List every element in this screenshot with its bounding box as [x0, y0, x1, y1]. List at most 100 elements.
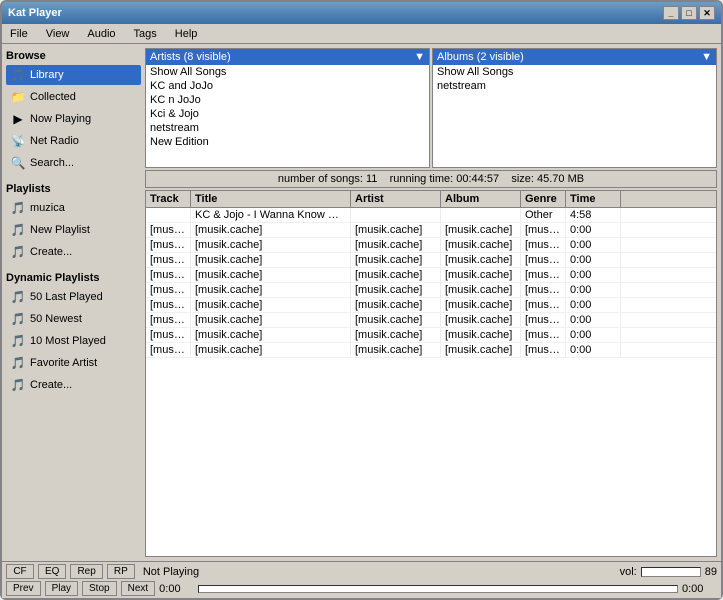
table-cell: [musik.cache] — [351, 313, 441, 327]
menu-view[interactable]: View — [42, 27, 74, 41]
artists-dropdown-icon[interactable]: ▼ — [414, 51, 425, 63]
table-row[interactable]: [musik...[musik.cache][musik.cache][musi… — [146, 283, 716, 298]
artists-show-all[interactable]: Show All Songs — [146, 65, 429, 79]
table-row[interactable]: [musik...[musik.cache][musik.cache][musi… — [146, 238, 716, 253]
prev-button[interactable]: Prev — [6, 581, 41, 596]
col-genre[interactable]: Genre — [521, 191, 566, 207]
library-icon: 🎵 — [10, 67, 26, 83]
sidebar-item-net-radio[interactable]: 📡 Net Radio — [6, 131, 141, 151]
col-title[interactable]: Title — [191, 191, 351, 207]
time-total: 0:00 — [682, 583, 717, 595]
table-cell: [musik.cache] — [441, 223, 521, 237]
info-bar: number of songs: 11 running time: 00:44:… — [145, 170, 717, 188]
table-row[interactable]: [musik...[musik.cache][musik.cache][musi… — [146, 343, 716, 358]
search-icon: 🔍 — [10, 155, 26, 171]
eq-button[interactable]: EQ — [38, 564, 66, 579]
rp-button[interactable]: RP — [107, 564, 135, 579]
cf-button[interactable]: CF — [6, 564, 34, 579]
net-radio-icon: 📡 — [10, 133, 26, 149]
menu-audio[interactable]: Audio — [83, 27, 119, 41]
table-row[interactable]: [musik...[musik.cache][musik.cache][musi… — [146, 298, 716, 313]
col-track[interactable]: Track — [146, 191, 191, 207]
volume-slider[interactable] — [641, 567, 701, 577]
list-item[interactable]: KC n JoJo — [146, 93, 429, 107]
close-button[interactable]: ✕ — [699, 6, 715, 20]
albums-list[interactable]: Show All Songs netstream — [433, 65, 716, 167]
vol-label: vol: — [620, 566, 637, 578]
table-cell: [musik.cache] — [351, 283, 441, 297]
rep-button[interactable]: Rep — [70, 564, 102, 579]
table-cell: [musik.cache] — [521, 253, 566, 267]
table-cell: [musik... — [146, 328, 191, 342]
sidebar-item-fav-artist[interactable]: 🎵 Favorite Artist — [6, 353, 141, 373]
table-cell: [musik.cache] — [521, 223, 566, 237]
albums-dropdown-icon[interactable]: ▼ — [701, 51, 712, 63]
menu-help[interactable]: Help — [171, 27, 202, 41]
sidebar-item-collected-label: Collected — [30, 91, 76, 103]
sidebar-item-library[interactable]: 🎵 Library — [6, 65, 141, 85]
songs-label: number of songs: — [278, 173, 363, 185]
progress-bar[interactable] — [198, 585, 678, 593]
albums-show-all[interactable]: Show All Songs — [433, 65, 716, 79]
menu-tags[interactable]: Tags — [130, 27, 161, 41]
table-cell: [musik.cache] — [441, 253, 521, 267]
table-cell: [musik.cache] — [191, 313, 351, 327]
collected-icon: 📁 — [10, 89, 26, 105]
sidebar-item-create-playlist[interactable]: 🎵 Create... — [6, 242, 141, 262]
sidebar-item-muzica[interactable]: 🎵 muzica — [6, 198, 141, 218]
menu-file[interactable]: File — [6, 27, 32, 41]
list-item[interactable]: New Edition — [146, 135, 429, 149]
sidebar-item-muzica-label: muzica — [30, 202, 65, 214]
50-newest-icon: 🎵 — [10, 311, 26, 327]
dynamic-playlists-label: Dynamic Playlists — [6, 270, 141, 285]
table-cell: [musik.cache] — [521, 238, 566, 252]
list-item[interactable]: KC and JoJo — [146, 79, 429, 93]
table-cell: [musik.cache] — [521, 343, 566, 357]
table-cell: [musik.cache] — [191, 283, 351, 297]
table-row[interactable]: [musik...[musik.cache][musik.cache][musi… — [146, 268, 716, 283]
sidebar-item-50-last[interactable]: 🎵 50 Last Played — [6, 287, 141, 307]
play-button[interactable]: Play — [45, 581, 78, 596]
albums-panel: Albums (2 visible) ▼ Show All Songs nets… — [432, 48, 717, 168]
vol-value: 89 — [705, 566, 717, 578]
window-controls: _ □ ✕ — [663, 6, 715, 20]
col-artist[interactable]: Artist — [351, 191, 441, 207]
col-album[interactable]: Album — [441, 191, 521, 207]
right-panel: Artists (8 visible) ▼ Show All Songs KC … — [145, 48, 717, 557]
sidebar-item-create-dyn[interactable]: 🎵 Create... — [6, 375, 141, 395]
list-item[interactable]: Kci & Jojo — [146, 107, 429, 121]
sidebar-item-50-newest[interactable]: 🎵 50 Newest — [6, 309, 141, 329]
table-row[interactable]: [musik...[musik.cache][musik.cache][musi… — [146, 313, 716, 328]
10-most-icon: 🎵 — [10, 333, 26, 349]
sidebar-item-now-playing[interactable]: ▶ Now Playing — [6, 109, 141, 129]
table-cell: [musik.cache] — [441, 283, 521, 297]
table-cell: [musik... — [146, 238, 191, 252]
fav-artist-icon: 🎵 — [10, 355, 26, 371]
stop-button[interactable]: Stop — [82, 581, 117, 596]
create-dyn-icon: 🎵 — [10, 377, 26, 393]
table-row[interactable]: [musik...[musik.cache][musik.cache][musi… — [146, 253, 716, 268]
table-cell — [351, 208, 441, 222]
list-item[interactable]: netstream — [146, 121, 429, 135]
next-button[interactable]: Next — [121, 581, 156, 596]
artists-list[interactable]: Show All Songs KC and JoJo KC n JoJo Kci… — [146, 65, 429, 167]
table-cell: 4:58 — [566, 208, 621, 222]
list-item[interactable]: netstream — [433, 79, 716, 93]
sidebar-item-10-most[interactable]: 🎵 10 Most Played — [6, 331, 141, 351]
maximize-button[interactable]: □ — [681, 6, 697, 20]
table-cell: 0:00 — [566, 283, 621, 297]
artists-header-label: Artists (8 visible) — [150, 51, 231, 63]
table-row[interactable]: [musik...[musik.cache][musik.cache][musi… — [146, 223, 716, 238]
table-row[interactable]: KC & Jojo - I Wanna Know Wh...Other4:58 — [146, 208, 716, 223]
table-cell: [musik.cache] — [191, 253, 351, 267]
table-cell: [musik.cache] — [191, 298, 351, 312]
table-cell: [musik.cache] — [191, 268, 351, 282]
table-row[interactable]: [musik...[musik.cache][musik.cache][musi… — [146, 328, 716, 343]
minimize-button[interactable]: _ — [663, 6, 679, 20]
table-cell: [musik.cache] — [521, 268, 566, 282]
sidebar-item-collected[interactable]: 📁 Collected — [6, 87, 141, 107]
50-last-icon: 🎵 — [10, 289, 26, 305]
sidebar-item-search[interactable]: 🔍 Search... — [6, 153, 141, 173]
col-time[interactable]: Time — [566, 191, 621, 207]
sidebar-item-new-playlist[interactable]: 🎵 New Playlist — [6, 220, 141, 240]
